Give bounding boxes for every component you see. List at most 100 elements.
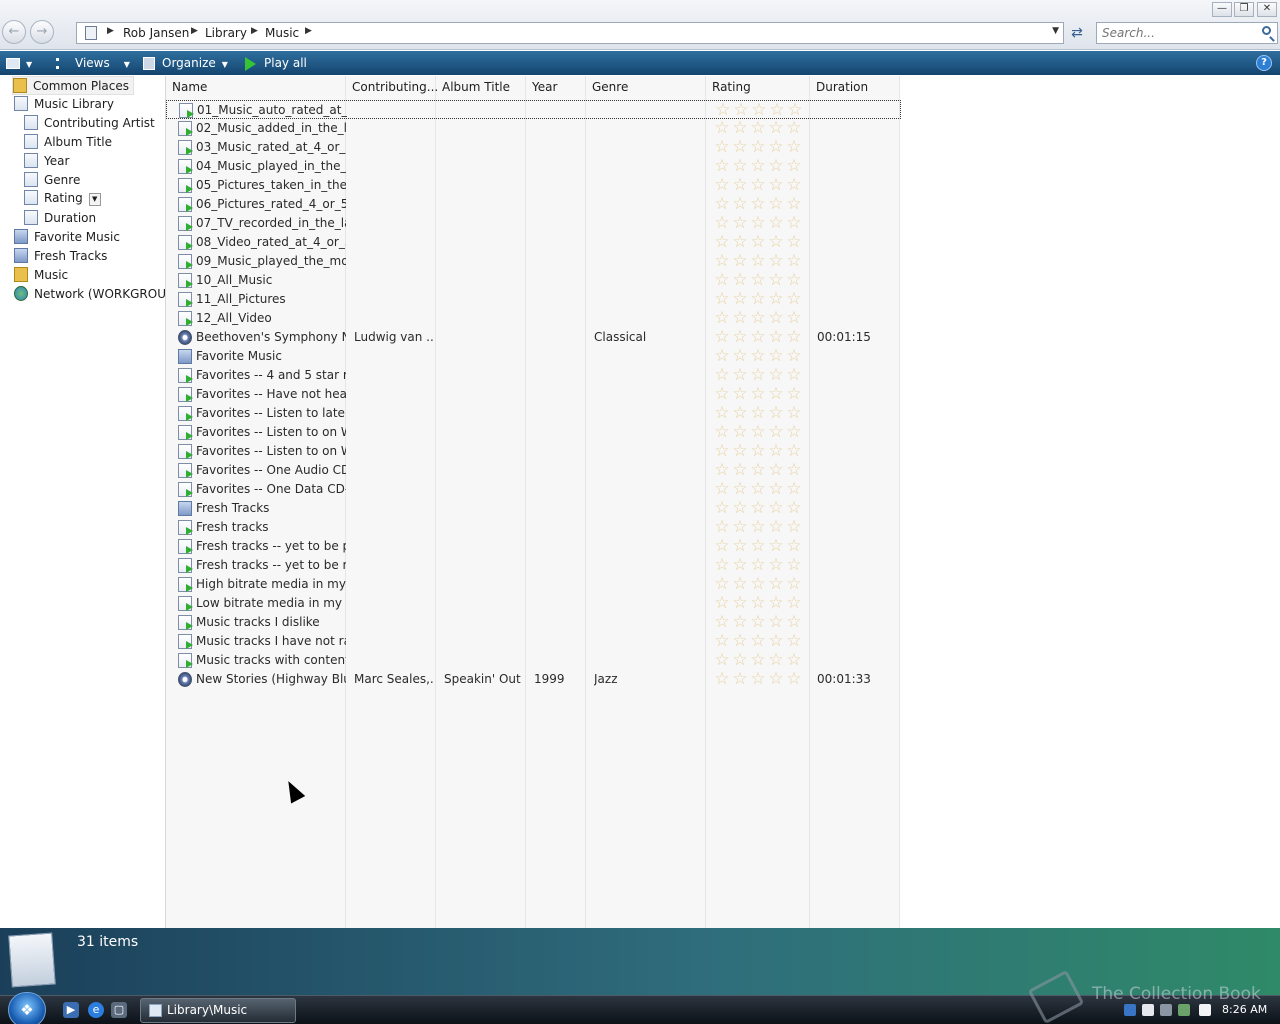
star-icon[interactable]: ☆ <box>767 158 785 175</box>
rating-stars[interactable]: ☆ ☆ ☆ ☆ ☆ <box>713 424 803 441</box>
list-row[interactable]: Favorites -- Listen to on W...☆☆☆☆☆ <box>166 442 901 461</box>
chevron-down-icon[interactable]: ▼ <box>1052 26 1059 36</box>
star-icon[interactable]: ☆ <box>731 614 749 631</box>
star-icon[interactable]: ☆ <box>749 253 767 270</box>
list-row[interactable]: Fresh tracks -- yet to be pl...☆☆☆☆☆ <box>166 537 901 556</box>
rating-stars[interactable]: ☆ ☆ ☆ ☆ ☆ <box>713 367 803 384</box>
rating-stars[interactable]: ☆ ☆ ☆ ☆ ☆ <box>713 633 803 650</box>
nav-item-rating[interactable]: Rating ▼ <box>24 189 101 208</box>
star-icon[interactable]: ☆ <box>713 671 731 688</box>
star-icon[interactable]: ☆ <box>731 253 749 270</box>
media-player-icon[interactable]: ▶ <box>63 1002 79 1018</box>
star-icon[interactable]: ☆ <box>713 367 731 384</box>
star-icon[interactable]: ☆ <box>749 633 767 650</box>
list-row[interactable]: Fresh Tracks ☆ ☆ ☆ ☆ ☆ <box>166 499 901 518</box>
show-desktop-icon[interactable]: ▢ <box>111 1002 127 1018</box>
layout-button[interactable]: ▼ <box>6 51 42 75</box>
star-icon[interactable]: ☆ <box>767 633 785 650</box>
list-row[interactable]: 09_Music_played_the_most ☆ ☆ ☆ ☆ ☆ <box>166 252 901 271</box>
star-icon[interactable]: ☆ <box>785 671 803 688</box>
rating-stars[interactable]: ☆ ☆ ☆ ☆ ☆ <box>713 177 803 194</box>
chevron-right-icon[interactable]: ▶ <box>191 26 198 36</box>
star-icon[interactable]: ☆ <box>749 500 767 517</box>
star-icon[interactable]: ☆ <box>713 424 731 441</box>
start-button[interactable]: ❖ <box>8 992 46 1024</box>
star-icon[interactable]: ☆ <box>731 424 749 441</box>
search-box[interactable] <box>1096 22 1278 44</box>
rating-stars[interactable]: ☆ ☆ ☆ ☆ ☆ <box>713 405 803 422</box>
star-icon[interactable]: ☆ <box>732 102 750 119</box>
star-icon[interactable]: ☆ <box>731 291 749 308</box>
list-row[interactable]: 03_Music_rated_at_4_or_5_...☆☆☆☆☆ <box>166 138 901 157</box>
rating-stars[interactable]: ☆ ☆ ☆ ☆ ☆ <box>713 652 803 669</box>
star-icon[interactable]: ☆ <box>749 139 767 156</box>
list-row[interactable]: Favorite Music ☆ ☆ ☆ ☆ ☆ <box>166 347 901 366</box>
list-row[interactable]: Favorites -- Have not hear... ☆ ☆ ☆ ☆ ☆ <box>166 385 901 404</box>
star-icon[interactable]: ☆ <box>767 329 785 346</box>
breadcrumb-music[interactable]: Music <box>265 26 299 40</box>
star-icon[interactable]: ☆ <box>767 481 785 498</box>
star-icon[interactable]: ☆ <box>713 196 731 213</box>
star-icon[interactable]: ☆ <box>731 633 749 650</box>
star-icon[interactable]: ☆ <box>785 215 803 232</box>
rating-stars[interactable]: ☆ ☆ ☆ ☆ ☆ <box>713 614 803 631</box>
star-icon[interactable]: ☆ <box>713 348 731 365</box>
internet-explorer-icon[interactable]: e <box>88 1002 104 1018</box>
column-header-rating[interactable]: Rating <box>712 80 751 96</box>
download-tray-icon[interactable] <box>1199 1004 1211 1016</box>
star-icon[interactable]: ☆ <box>767 177 785 194</box>
star-icon[interactable]: ☆ <box>767 576 785 593</box>
star-icon[interactable]: ☆ <box>749 386 767 403</box>
star-icon[interactable]: ☆ <box>749 310 767 327</box>
rating-stars[interactable]: ☆ ☆ ☆ ☆ ☆ <box>713 386 803 403</box>
star-icon[interactable]: ☆ <box>713 462 731 479</box>
star-icon[interactable]: ☆ <box>731 329 749 346</box>
star-icon[interactable]: ☆ <box>731 196 749 213</box>
list-row[interactable]: Low bitrate media in my li...☆☆☆☆☆ <box>166 594 901 613</box>
star-icon[interactable]: ☆ <box>713 272 731 289</box>
star-icon[interactable]: ☆ <box>713 253 731 270</box>
star-icon[interactable]: ☆ <box>749 652 767 669</box>
star-icon[interactable]: ☆ <box>731 500 749 517</box>
list-row[interactable]: Music tracks I have not rat...☆☆☆☆☆ <box>166 632 901 651</box>
rating-stars[interactable]: ☆ ☆ ☆ ☆ ☆ <box>713 557 803 574</box>
device-tray-icon[interactable] <box>1142 1004 1154 1016</box>
list-row[interactable]: Favorites -- 4 and 5 star ra...☆☆☆☆☆ <box>166 366 901 385</box>
star-icon[interactable]: ☆ <box>768 102 786 119</box>
nav-item-contributing-artist[interactable]: Contributing Artist <box>24 114 155 133</box>
list-row[interactable]: 12_All_Video ☆ ☆ ☆ ☆ ☆ <box>166 309 901 328</box>
star-icon[interactable]: ☆ <box>731 576 749 593</box>
nav-item-network[interactable]: Network (WORKGROUP <box>14 285 173 304</box>
star-icon[interactable]: ☆ <box>731 405 749 422</box>
star-icon[interactable]: ☆ <box>767 196 785 213</box>
star-icon[interactable]: ☆ <box>785 120 803 137</box>
star-icon[interactable]: ☆ <box>749 196 767 213</box>
star-icon[interactable]: ☆ <box>767 462 785 479</box>
star-icon[interactable]: ☆ <box>785 424 803 441</box>
star-icon[interactable]: ☆ <box>713 139 731 156</box>
star-icon[interactable]: ☆ <box>749 462 767 479</box>
star-icon[interactable]: ☆ <box>713 310 731 327</box>
star-icon[interactable]: ☆ <box>713 576 731 593</box>
restore-button[interactable]: ❐ <box>1234 2 1254 17</box>
star-icon[interactable]: ☆ <box>785 272 803 289</box>
star-icon[interactable]: ☆ <box>713 652 731 669</box>
star-icon[interactable]: ☆ <box>785 253 803 270</box>
help-button[interactable]: ? <box>1256 55 1272 71</box>
star-icon[interactable]: ☆ <box>785 500 803 517</box>
star-icon[interactable]: ☆ <box>731 120 749 137</box>
star-icon[interactable]: ☆ <box>767 253 785 270</box>
star-icon[interactable]: ☆ <box>767 424 785 441</box>
list-row[interactable]: 02_Music_added_in_the_la...☆☆☆☆☆ <box>166 119 901 138</box>
star-icon[interactable]: ☆ <box>767 538 785 555</box>
star-icon[interactable]: ☆ <box>713 405 731 422</box>
star-icon[interactable]: ☆ <box>785 443 803 460</box>
star-icon[interactable]: ☆ <box>785 158 803 175</box>
rating-stars[interactable]: ☆ ☆ ☆ ☆ ☆ <box>713 310 803 327</box>
nav-item-music-library[interactable]: Music Library <box>14 95 114 114</box>
list-row[interactable]: Beethoven's Symphony N... Ludwig van ... C… <box>166 328 901 347</box>
star-icon[interactable]: ☆ <box>767 614 785 631</box>
star-icon[interactable]: ☆ <box>749 120 767 137</box>
star-icon[interactable]: ☆ <box>749 272 767 289</box>
star-icon[interactable]: ☆ <box>749 215 767 232</box>
